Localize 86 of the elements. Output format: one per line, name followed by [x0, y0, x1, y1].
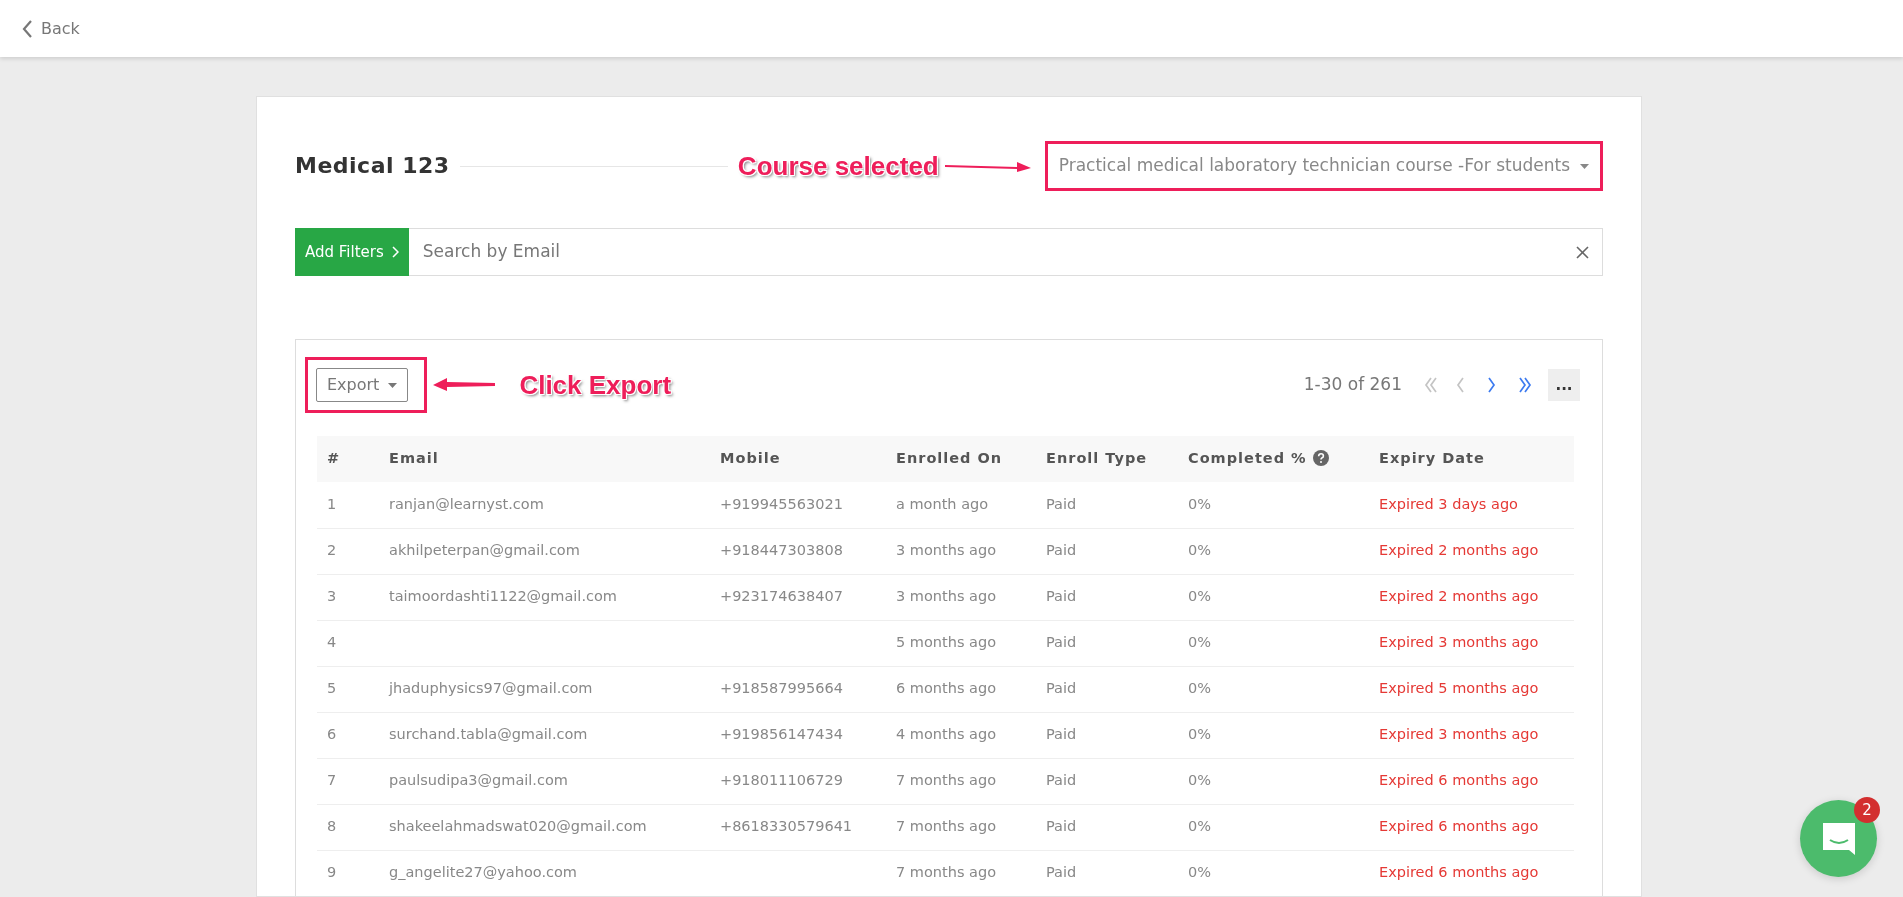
caret-icon	[388, 382, 398, 388]
table-cell: 0%	[1178, 528, 1369, 574]
table-cell: 7 months ago	[886, 804, 1036, 850]
table-cell: a month ago	[886, 482, 1036, 528]
table-cell: Paid	[1036, 620, 1178, 666]
table-cell: +8618330579641	[710, 804, 886, 850]
table-cell: 5	[317, 666, 379, 712]
course-dropdown[interactable]: Practical medical laboratory technician course -For students	[1054, 148, 1593, 184]
column-header: Email	[379, 436, 710, 482]
more-button[interactable]: ...	[1548, 369, 1580, 401]
table-cell: 5 months ago	[886, 620, 1036, 666]
table-cell: paulsudipa3@gmail.com	[379, 758, 710, 804]
annotation-label: Click Export	[519, 368, 672, 402]
table-cell: 7 months ago	[886, 850, 1036, 896]
table-cell: +918587995664	[710, 666, 886, 712]
column-header: Mobile	[710, 436, 886, 482]
table-cell: ranjan@learnyst.com	[379, 482, 710, 528]
table-cell: 6 months ago	[886, 666, 1036, 712]
table-cell: 4 months ago	[886, 712, 1036, 758]
table-cell: 0%	[1178, 482, 1369, 528]
table-cell: Paid	[1036, 482, 1178, 528]
page-range: 1-30 of 261	[1303, 373, 1402, 397]
table-cell: 2	[317, 528, 379, 574]
expiry-cell: Expired 2 months ago	[1369, 528, 1574, 574]
expiry-cell: Expired 2 months ago	[1369, 574, 1574, 620]
column-header: #	[317, 436, 379, 482]
expiry-cell: Expired 6 months ago	[1369, 804, 1574, 850]
annotation-label: Course selected	[737, 149, 939, 183]
table-cell: 3 months ago	[886, 528, 1036, 574]
table-cell: Paid	[1036, 758, 1178, 804]
table-cell: +923174638407	[710, 574, 886, 620]
table-cell: 0%	[1178, 850, 1369, 896]
table-cell: 1	[317, 482, 379, 528]
expiry-cell: Expired 5 months ago	[1369, 666, 1574, 712]
table-cell: Paid	[1036, 850, 1178, 896]
table-cell: +918011106729	[710, 758, 886, 804]
chat-button[interactable]	[1800, 800, 1877, 877]
table-cell: Paid	[1036, 804, 1178, 850]
table-cell: +918447303808	[710, 528, 886, 574]
table-cell: taimoordashti1122@gmail.com	[379, 574, 710, 620]
table-cell: 0%	[1178, 574, 1369, 620]
table-cell: 0%	[1178, 758, 1369, 804]
column-header: Enroll Type	[1036, 436, 1178, 482]
table-cell: 3	[317, 574, 379, 620]
page-title: Medical 123	[295, 152, 450, 180]
table-cell: jhaduphysics97@gmail.com	[379, 666, 710, 712]
expiry-cell: Expired 6 months ago	[1369, 850, 1574, 896]
export-button[interactable]: Export	[316, 368, 409, 402]
table-cell: akhilpeterpan@gmail.com	[379, 528, 710, 574]
help-icon[interactable]	[1312, 450, 1329, 467]
table-cell: 0%	[1178, 712, 1369, 758]
table-cell: surchand.tabla@gmail.com	[379, 712, 710, 758]
table-cell: 0%	[1178, 620, 1369, 666]
chevron-right-icon	[391, 246, 399, 258]
table-cell: 8	[317, 804, 379, 850]
caret-icon	[1580, 163, 1589, 169]
table-cell: shakeelahmadswat020@gmail.com	[379, 804, 710, 850]
table-cell: +919856147434	[710, 712, 886, 758]
table-cell: 4	[317, 620, 379, 666]
table-cell: 0%	[1178, 804, 1369, 850]
search-field[interactable]: Search by Email	[408, 228, 1603, 276]
table-cell: 6	[317, 712, 379, 758]
expiry-cell: Expired 6 months ago	[1369, 758, 1574, 804]
table-cell: +919945563021	[710, 482, 886, 528]
column-header: Completed %	[1188, 450, 1307, 467]
back-link[interactable]: Back	[22, 16, 80, 41]
annotation-arrow	[433, 378, 496, 392]
expiry-cell: Expired 3 days ago	[1369, 482, 1574, 528]
add-filters-button[interactable]: Add Filters	[295, 228, 409, 276]
expiry-cell: Expired 3 months ago	[1369, 712, 1574, 758]
column-header: Enrolled On	[886, 436, 1036, 482]
table-cell: 7 months ago	[886, 758, 1036, 804]
table-cell: Paid	[1036, 574, 1178, 620]
table-cell: 9	[317, 850, 379, 896]
expiry-cell: Expired 3 months ago	[1369, 620, 1574, 666]
chevron-left-icon	[22, 19, 33, 38]
table-cell: g_angelite27@yahoo.com	[379, 850, 710, 896]
table-cell: 0%	[1178, 666, 1369, 712]
chat-icon	[1820, 820, 1857, 857]
table-cell: Paid	[1036, 666, 1178, 712]
notification-badge: 2	[1854, 797, 1880, 823]
table-cell: Paid	[1036, 712, 1178, 758]
table-cell: 3 months ago	[886, 574, 1036, 620]
table-cell: Paid	[1036, 528, 1178, 574]
table-cell: 7	[317, 758, 379, 804]
column-header: Expiry Date	[1369, 436, 1574, 482]
